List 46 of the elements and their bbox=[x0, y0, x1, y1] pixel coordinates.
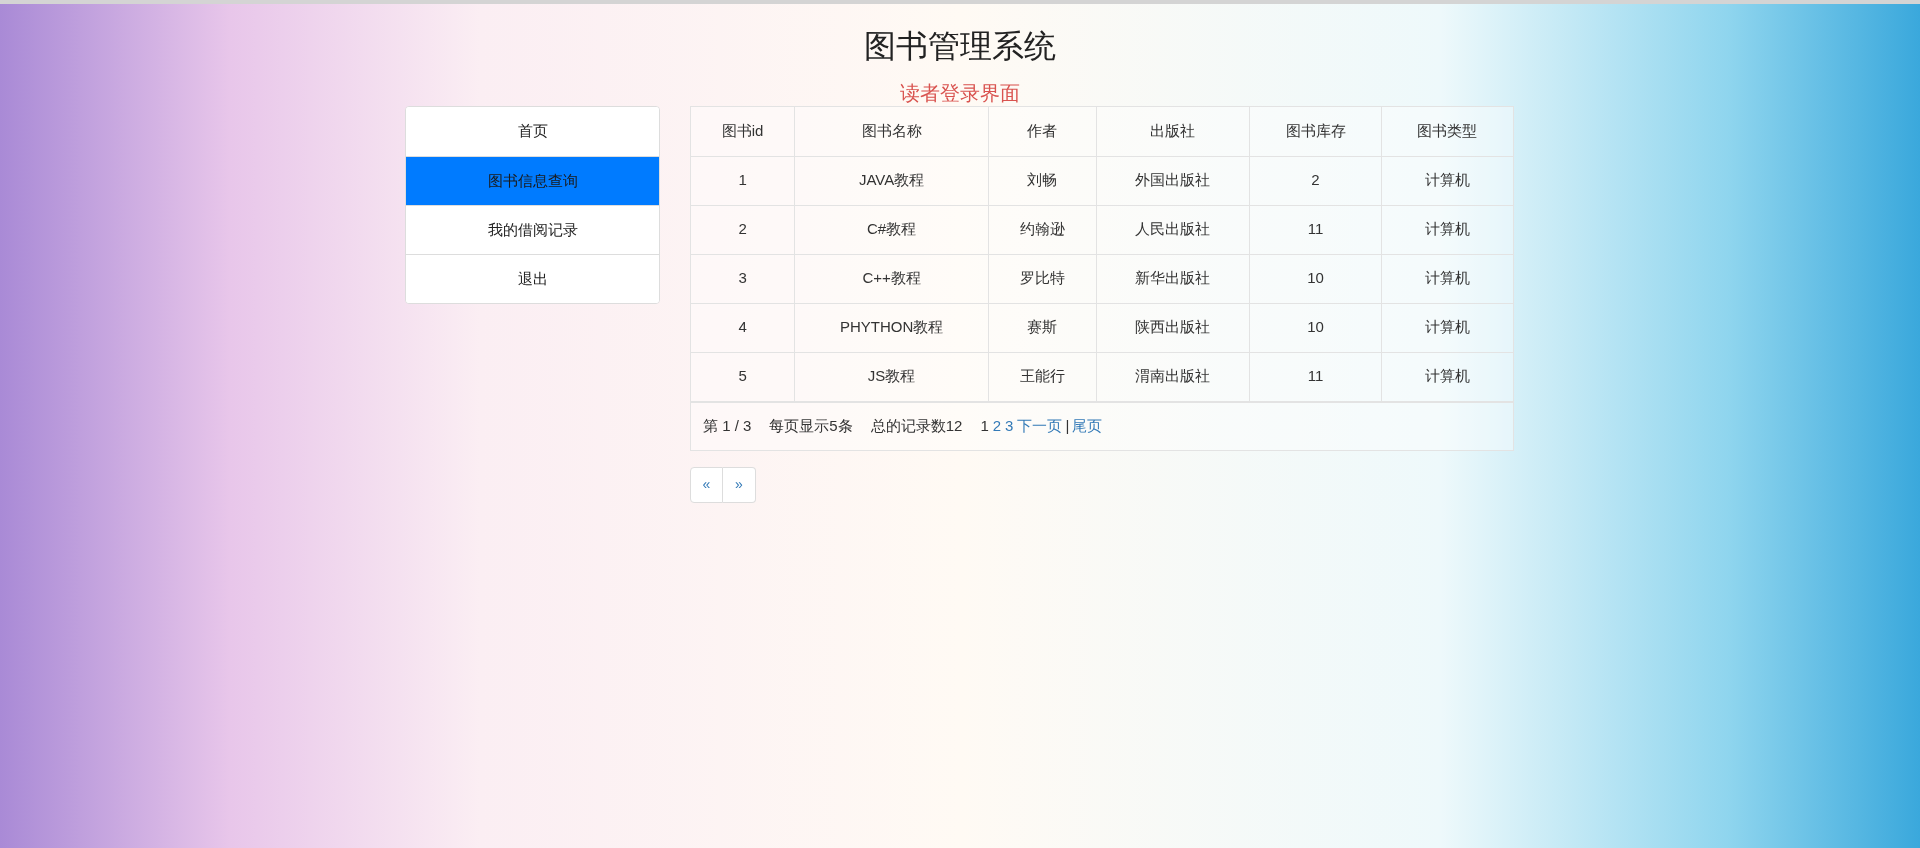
table-cell: 5 bbox=[691, 352, 795, 401]
pager-info: 总的记录数12 bbox=[870, 415, 963, 436]
column-header: 图书库存 bbox=[1249, 107, 1382, 156]
last-page-link[interactable]: 尾页 bbox=[1072, 414, 1103, 438]
pager-info: 第 1 / 3 bbox=[703, 415, 752, 436]
page-subtitle: 读者登录界面 bbox=[900, 81, 1020, 106]
table-cell: 2 bbox=[691, 205, 795, 254]
table-cell: PHYTHON教程 bbox=[794, 303, 989, 352]
page-link[interactable]: 1 bbox=[980, 414, 989, 438]
table-cell: 4 bbox=[691, 303, 795, 352]
page-link[interactable]: 3 bbox=[1005, 414, 1014, 438]
column-header: 图书id bbox=[691, 107, 795, 156]
pagination-button[interactable]: « bbox=[690, 466, 723, 503]
table-cell: 10 bbox=[1249, 303, 1382, 352]
table-cell: 陕西出版社 bbox=[1096, 303, 1250, 352]
column-header: 作者 bbox=[988, 107, 1097, 156]
table-cell: 渭南出版社 bbox=[1096, 352, 1250, 401]
page-title: 图书管理系统 bbox=[864, 27, 1056, 66]
sidebar-item[interactable]: 图书信息查询 bbox=[406, 156, 659, 205]
separator-text: | bbox=[1065, 415, 1070, 436]
page-link[interactable]: 2 bbox=[992, 414, 1002, 438]
table-cell: 10 bbox=[1249, 254, 1382, 303]
table-cell: 11 bbox=[1249, 205, 1382, 254]
table-cell: 3 bbox=[691, 254, 795, 303]
pager-info: 每页显示5条 bbox=[769, 415, 853, 436]
table-cell: 1 bbox=[691, 156, 795, 205]
pagination-button[interactable]: » bbox=[723, 466, 756, 503]
table-cell: 外国出版社 bbox=[1096, 156, 1250, 205]
table-cell: 刘畅 bbox=[988, 156, 1097, 205]
table-cell: 新华出版社 bbox=[1096, 254, 1250, 303]
table-cell: 约翰逊 bbox=[988, 205, 1097, 254]
table-cell: 2 bbox=[1249, 156, 1382, 205]
table-cell: JS教程 bbox=[794, 352, 989, 401]
column-header: 出版社 bbox=[1096, 107, 1250, 156]
table-cell: JAVA教程 bbox=[794, 156, 989, 205]
table-cell: C#教程 bbox=[794, 205, 989, 254]
table-cell: 王能行 bbox=[988, 352, 1097, 401]
table-cell: 赛斯 bbox=[988, 303, 1097, 352]
table-cell: 11 bbox=[1249, 352, 1382, 401]
sidebar-item[interactable]: 退出 bbox=[406, 254, 659, 303]
column-header: 图书名称 bbox=[794, 107, 989, 156]
table-cell: 罗比特 bbox=[988, 254, 1097, 303]
next-page-link[interactable]: 下一页 bbox=[1017, 414, 1063, 438]
table-cell: C++教程 bbox=[794, 254, 989, 303]
column-header: 图书类型 bbox=[1381, 107, 1513, 156]
table-cell: 人民出版社 bbox=[1096, 205, 1250, 254]
